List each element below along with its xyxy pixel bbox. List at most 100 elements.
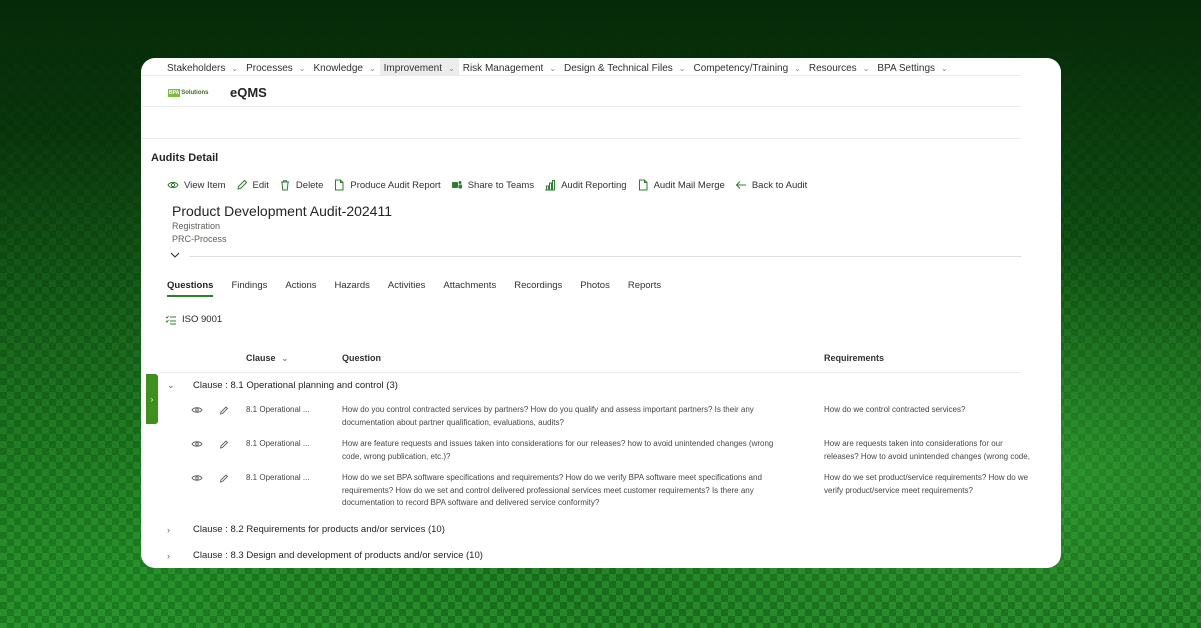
divider <box>189 256 1021 257</box>
checklist-icon <box>165 315 176 324</box>
header-divider <box>159 372 1021 373</box>
chevron-down-icon: ⌄ <box>281 353 289 363</box>
nav-item-label: Stakeholders <box>167 62 226 74</box>
nav-item-label: Design & Technical Files <box>564 62 673 74</box>
group-label: Clause : 8.1 Operational planning and co… <box>193 380 398 391</box>
nav-item-competency-training[interactable]: Competency/Training ⌄ <box>689 58 804 76</box>
divider <box>141 75 1021 76</box>
chevron-down-icon: ⌄ <box>941 63 948 73</box>
requirements-cell: How do we control contracted services? <box>824 405 966 414</box>
standard-filter[interactable]: ISO 9001 <box>165 314 222 325</box>
tab-hazards[interactable]: Hazards <box>335 280 370 297</box>
eye-icon[interactable] <box>191 473 203 483</box>
group-header[interactable]: › Clause : 8.2 Requirements for products… <box>167 524 445 535</box>
chevron-right-icon: › <box>167 524 170 535</box>
eye-icon[interactable] <box>191 405 203 415</box>
item-type: Registration <box>172 221 221 231</box>
tab-activities[interactable]: Activities <box>388 280 425 297</box>
chevron-down-icon: ⌄ <box>167 380 175 390</box>
produce-audit-report-label: Produce Audit Report <box>350 179 441 191</box>
audit-mail-merge-label: Audit Mail Merge <box>653 179 725 191</box>
view-item-button[interactable]: View Item <box>167 179 226 191</box>
nav-item-label: Processes <box>246 62 293 74</box>
clause-cell: 8.1 Operational ... <box>246 405 310 414</box>
chevron-right-icon: › <box>167 550 170 561</box>
edit-label: Edit <box>252 179 269 191</box>
eye-icon[interactable] <box>191 439 203 449</box>
group-header[interactable]: ⌄ Clause : 8.1 Operational planning and … <box>167 380 398 391</box>
nav-item-stakeholders[interactable]: Stakeholders ⌄ <box>163 58 242 76</box>
standard-label: ISO 9001 <box>182 314 223 325</box>
page-title: Audits Detail <box>151 152 219 164</box>
question-cell: How do you control contracted services b… <box>342 405 754 427</box>
nav-item-improvement[interactable]: Improvement ⌄ <box>379 58 459 76</box>
column-header-label: Clause <box>246 353 276 363</box>
pencil-icon[interactable] <box>218 439 230 449</box>
audit-mail-merge-button[interactable]: Audit Mail Merge <box>637 179 725 191</box>
nav-item-label: BPA Settings <box>877 62 936 74</box>
column-header-requirements[interactable]: Requirements <box>824 353 884 363</box>
nav-item-bpa-settings[interactable]: BPA Settings ⌄ <box>873 58 951 76</box>
nav-item-resources[interactable]: Resources ⌄ <box>805 58 874 76</box>
nav-item-design-technical-files[interactable]: Design & Technical Files ⌄ <box>560 58 689 76</box>
column-header-question[interactable]: Question <box>342 353 381 363</box>
produce-audit-report-button[interactable]: Produce Audit Report <box>333 179 441 191</box>
audit-reporting-label: Audit Reporting <box>561 179 627 191</box>
top-navigation: Stakeholders ⌄ Processes ⌄ Knowledge ⌄ Impr… <box>163 58 952 76</box>
back-to-audit-label: Back to Audit <box>751 179 808 191</box>
nav-item-label: Knowledge <box>313 62 363 74</box>
requirements-cell: How are requests taken into consideratio… <box>824 439 1030 461</box>
tab-reports[interactable]: Reports <box>628 280 661 297</box>
bpa-solutions-logo[interactable]: BPA Solutions <box>168 88 216 98</box>
audit-reporting-button[interactable]: Audit Reporting <box>544 179 627 191</box>
side-panel-toggle[interactable]: › <box>146 374 158 424</box>
document-icon <box>638 179 648 191</box>
delete-label: Delete <box>295 179 324 191</box>
back-to-audit-button[interactable]: Back to Audit <box>735 179 807 191</box>
column-header-label: Question <box>342 353 382 363</box>
chevron-down-icon: ⌄ <box>298 63 306 73</box>
column-header-label: Requirements <box>824 353 885 363</box>
delete-button[interactable]: Delete <box>279 179 323 191</box>
chevron-down-icon[interactable] <box>169 250 181 260</box>
nav-item-processes[interactable]: Processes ⌄ <box>242 58 309 76</box>
requirements-cell: How do we set product/service requiremen… <box>824 473 1029 495</box>
tab-recordings[interactable]: Recordings <box>514 280 562 297</box>
column-header-clause[interactable]: Clause ⌄ <box>246 353 288 363</box>
tab-findings[interactable]: Findings <box>231 280 267 297</box>
edit-button[interactable]: Edit <box>236 179 269 191</box>
item-process: PRC-Process <box>172 234 227 244</box>
share-to-teams-label: Share to Teams <box>467 179 535 191</box>
group-label: Clause : 8.2 Requirements for products a… <box>193 524 445 535</box>
app-title[interactable]: eQMS <box>230 85 267 100</box>
nav-item-label: Improvement <box>383 62 443 74</box>
command-bar: View Item Edit Delete Produce Audit Repo… <box>167 179 817 191</box>
tab-actions[interactable]: Actions <box>285 280 316 297</box>
tab-attachments[interactable]: Attachments <box>443 280 496 297</box>
clause-cell: 8.1 Operational ... <box>246 439 310 448</box>
chevron-down-icon: ⌄ <box>549 63 557 73</box>
nav-item-risk-management[interactable]: Risk Management ⌄ <box>459 58 560 76</box>
pencil-icon <box>236 179 247 190</box>
chevron-down-icon: ⌄ <box>862 63 870 73</box>
nav-item-label: Resources <box>808 62 857 74</box>
pencil-icon[interactable] <box>218 473 230 483</box>
share-to-teams-button[interactable]: Share to Teams <box>451 179 534 191</box>
logo-box: BPA <box>168 88 181 97</box>
chevron-down-icon: ⌄ <box>448 63 455 73</box>
nav-item-label: Competency/Training <box>693 62 789 74</box>
teams-icon <box>451 181 462 189</box>
document-icon <box>335 179 344 191</box>
chevron-down-icon: ⌄ <box>231 63 239 73</box>
clause-cell: 8.1 Operational ... <box>246 473 310 482</box>
group-header[interactable]: › Clause : 8.3 Design and development of… <box>167 550 483 561</box>
trash-icon <box>280 180 289 191</box>
tab-photos[interactable]: Photos <box>580 280 610 297</box>
nav-item-knowledge[interactable]: Knowledge ⌄ <box>309 58 379 76</box>
question-cell: How do we set BPA software specification… <box>342 473 762 507</box>
tab-questions[interactable]: Questions <box>167 280 214 297</box>
chevron-right-icon: › <box>150 394 154 404</box>
pencil-icon[interactable] <box>218 405 230 415</box>
tab-bar: Questions Findings Actions Hazards Activ… <box>167 280 679 297</box>
chevron-down-icon: ⌄ <box>678 63 686 73</box>
